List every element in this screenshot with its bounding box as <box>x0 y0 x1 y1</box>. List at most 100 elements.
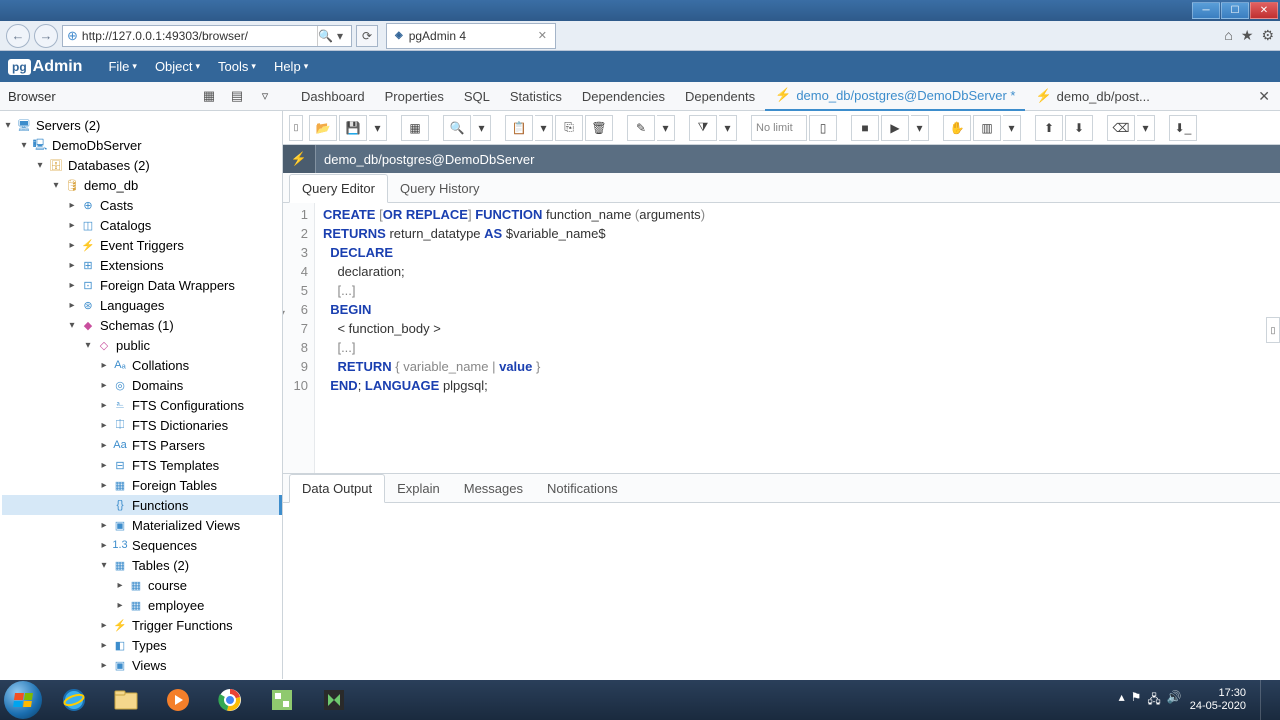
ie-tab-pgadmin[interactable]: ◈ pgAdmin 4 ✕ <box>386 23 556 49</box>
taskbar-app-1[interactable] <box>258 682 306 718</box>
tree-functions[interactable]: {}Functions <box>2 495 282 515</box>
menu-object[interactable]: Object▾ <box>147 55 208 78</box>
limit-input[interactable] <box>751 115 807 141</box>
tree-sequences[interactable]: ▸1.3Sequences <box>2 535 282 555</box>
ie-url-field[interactable]: ⊕ http://127.0.0.1:49303/browser/ 🔍 ▾ <box>62 25 352 47</box>
tree-casts[interactable]: ▸⊕Casts <box>2 195 282 215</box>
explain-dropdown[interactable]: ▾ <box>1003 115 1021 141</box>
tray-clock[interactable]: 17:30 24-05-2020 <box>1190 687 1246 713</box>
limit-apply-button[interactable]: ▯ <box>809 115 837 141</box>
tree-fts-conf[interactable]: ▸⎁FTS Configurations <box>2 395 282 415</box>
tab-dependencies[interactable]: Dependencies <box>572 82 675 111</box>
tree-fts-templates[interactable]: ▸⊟FTS Templates <box>2 455 282 475</box>
tree-extensions[interactable]: ▸⊞Extensions <box>2 255 282 275</box>
tree-schemas[interactable]: ▾◆Schemas (1) <box>2 315 282 335</box>
taskbar-explorer[interactable] <box>102 682 150 718</box>
tab-dashboard[interactable]: Dashboard <box>291 82 375 111</box>
dropdown-icon[interactable]: ▾ <box>333 29 347 43</box>
ie-back-button[interactable]: ← <box>6 24 30 48</box>
find-dropdown[interactable]: ▾ <box>473 115 491 141</box>
filter-button[interactable]: ⧩ <box>689 115 717 141</box>
commit-button[interactable]: ⬆ <box>1035 115 1063 141</box>
execute-dropdown[interactable]: ▾ <box>911 115 929 141</box>
filter-dropdown[interactable]: ▾ <box>719 115 737 141</box>
sql-editor[interactable]: 1 2 3 4 5 ▾6 7 8 9 10 CREATE [OR REPLACE… <box>283 203 1280 473</box>
find-button[interactable]: 🔍 <box>443 115 471 141</box>
tree-trigger-functions[interactable]: ▸⚡Trigger Functions <box>2 615 282 635</box>
execute-button[interactable]: ▶ <box>881 115 909 141</box>
tree-types[interactable]: ▸◧Types <box>2 635 282 655</box>
clear-dropdown[interactable]: ▾ <box>1137 115 1155 141</box>
window-close-button[interactable]: ✕ <box>1250 2 1278 19</box>
tree-fdw[interactable]: ▸⊡Foreign Data Wrappers <box>2 275 282 295</box>
explain-analyze-button[interactable]: ▥ <box>973 115 1001 141</box>
clear-button[interactable]: ⌫ <box>1107 115 1135 141</box>
tab-dependents[interactable]: Dependents <box>675 82 765 111</box>
stop-button[interactable]: ■ <box>851 115 879 141</box>
menu-tools[interactable]: Tools▾ <box>210 55 264 78</box>
tree-catalogs[interactable]: ▸◫Catalogs <box>2 215 282 235</box>
out-tab-messages[interactable]: Messages <box>452 475 535 502</box>
tree-foreign-tables[interactable]: ▸▦Foreign Tables <box>2 475 282 495</box>
tab-statistics[interactable]: Statistics <box>500 82 572 111</box>
tree-public[interactable]: ▾◇public <box>2 335 282 355</box>
tree-collations[interactable]: ▸AₐCollations <box>2 355 282 375</box>
tab-query-active[interactable]: ⚡demo_db/postgres@DemoDbServer * <box>765 82 1025 111</box>
window-maximize-button[interactable]: ☐ <box>1221 2 1249 19</box>
tree-mat-views[interactable]: ▸▣Materialized Views <box>2 515 282 535</box>
start-button[interactable] <box>4 681 42 719</box>
out-tab-data[interactable]: Data Output <box>289 474 385 503</box>
ie-favorites-icon[interactable]: ★ <box>1241 27 1254 44</box>
out-tab-explain[interactable]: Explain <box>385 475 452 502</box>
rollback-button[interactable]: ⬇ <box>1065 115 1093 141</box>
tray-volume-icon[interactable]: 🔊 <box>1167 690 1182 711</box>
taskbar-mediaplayer[interactable] <box>154 682 202 718</box>
tree-demodbserver[interactable]: ▾🖳DemoDbServer <box>2 135 282 155</box>
explain-button[interactable]: ✋ <box>943 115 971 141</box>
delete-button[interactable]: 🗑 <box>585 115 613 141</box>
tray-flag-icon[interactable]: ⚑ <box>1131 690 1142 711</box>
ie-settings-icon[interactable]: ⚙ <box>1261 27 1274 44</box>
tree-views[interactable]: ▸▣Views <box>2 655 282 675</box>
show-desktop-button[interactable] <box>1260 680 1270 720</box>
edit-pencil-button[interactable]: ✎ <box>627 115 655 141</box>
connection-text[interactable]: demo_db/postgres@DemoDbServer <box>315 145 542 173</box>
browser-icon-2[interactable]: ▤ <box>227 86 247 106</box>
edit-dropdown[interactable]: ▾ <box>657 115 675 141</box>
tab-properties[interactable]: Properties <box>375 82 454 111</box>
taskbar-ie[interactable] <box>50 682 98 718</box>
tray-network-icon[interactable]: 🖧 <box>1147 690 1160 711</box>
tree-demodb[interactable]: ▾🛢demo_db <box>2 175 282 195</box>
tree-event-triggers[interactable]: ▸⚡Event Triggers <box>2 235 282 255</box>
subtab-query-editor[interactable]: Query Editor <box>289 174 388 203</box>
panel-collapse-right[interactable]: ▯ <box>1266 317 1280 343</box>
tabs-close-button[interactable]: ✕ <box>1248 88 1280 105</box>
editor-code[interactable]: CREATE [OR REPLACE] FUNCTION function_na… <box>315 203 713 473</box>
taskbar-chrome[interactable] <box>206 682 254 718</box>
tree-fts-parsers[interactable]: ▸AaFTS Parsers <box>2 435 282 455</box>
menu-help[interactable]: Help▾ <box>266 55 316 78</box>
browser-icon-3[interactable]: ▿ <box>255 86 275 106</box>
open-file-button[interactable]: 📂 <box>309 115 337 141</box>
out-tab-notifications[interactable]: Notifications <box>535 475 630 502</box>
search-icon[interactable]: 🔍 <box>317 26 333 46</box>
ie-home-icon[interactable]: ⌂ <box>1224 27 1232 44</box>
tree-domains[interactable]: ▸◎Domains <box>2 375 282 395</box>
object-tree[interactable]: ▾🖥Servers (2) ▾🖳DemoDbServer ▾🗄Databases… <box>0 111 283 679</box>
tree-employee[interactable]: ▸▦employee <box>2 595 282 615</box>
connection-icon[interactable]: ⚡ <box>283 145 315 173</box>
window-minimize-button[interactable]: ─ <box>1192 2 1220 19</box>
ie-tab-close-button[interactable]: ✕ <box>538 29 547 42</box>
tree-servers[interactable]: ▾🖥Servers (2) <box>2 115 282 135</box>
copy-dropdown[interactable]: ▾ <box>535 115 553 141</box>
download-button[interactable]: ⬇_ <box>1169 115 1197 141</box>
tree-languages[interactable]: ▸⊛Languages <box>2 295 282 315</box>
menu-file[interactable]: File▾ <box>100 55 144 78</box>
tab-sql[interactable]: SQL <box>454 82 500 111</box>
copy-button[interactable]: 📋 <box>505 115 533 141</box>
save-dropdown[interactable]: ▾ <box>369 115 387 141</box>
browser-icon-1[interactable]: ▦ <box>199 86 219 106</box>
ie-forward-button[interactable]: → <box>34 24 58 48</box>
panel-collapse-left[interactable]: ▯ <box>289 115 303 141</box>
subtab-query-history[interactable]: Query History <box>388 175 491 202</box>
